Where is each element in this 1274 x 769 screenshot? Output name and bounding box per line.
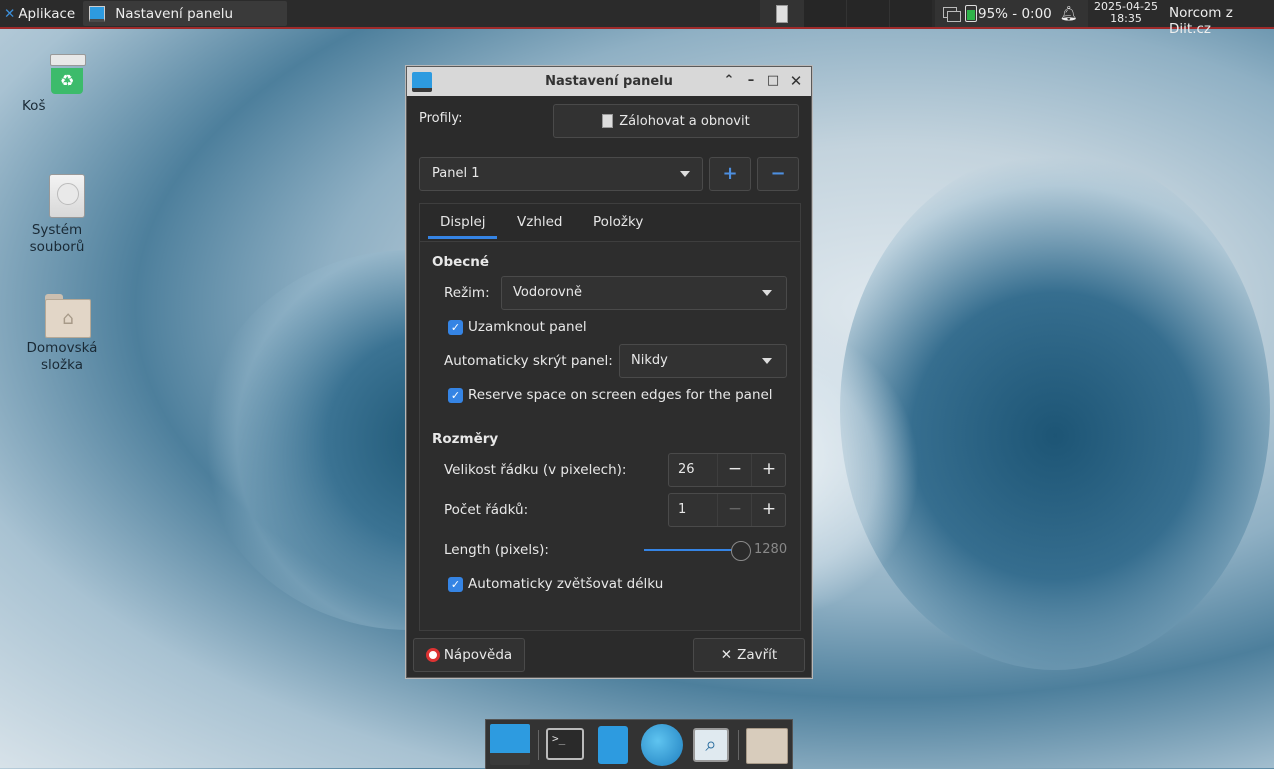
chevron-down-icon xyxy=(680,171,690,177)
workspace-3[interactable] xyxy=(846,0,889,27)
bottom-dock: >_ ⌕ xyxy=(485,719,793,769)
hard-disk-icon xyxy=(49,174,85,218)
autohide-label: Automaticky skrýt panel: xyxy=(444,353,613,369)
row-count-increment-button[interactable]: + xyxy=(751,494,786,526)
workspace-1[interactable] xyxy=(760,0,803,27)
top-panel: ✕ Aplikace Nastavení panelu 95% - 0:00 🔔… xyxy=(0,0,1274,37)
row-size-stepper[interactable]: 26 − + xyxy=(668,453,786,487)
autohide-select-value: Nikdy xyxy=(631,353,668,368)
close-icon: ✕ xyxy=(720,647,733,663)
maximize-icon[interactable]: □ xyxy=(765,73,781,89)
system-tray: 95% - 0:00 🔔︎ xyxy=(935,0,1088,27)
desktop-icon-filesystem[interactable]: Systém souborů xyxy=(22,174,112,255)
desktop-icon-label: Systém souborů xyxy=(29,222,85,255)
autogrow-checkbox[interactable]: ✓ xyxy=(448,577,463,592)
autogrow-label[interactable]: Automaticky zvětšovat délku xyxy=(468,576,663,592)
clock[interactable]: 2025-04-25 18:35 xyxy=(1094,1,1158,25)
panel-select[interactable]: Panel 1 xyxy=(419,157,703,191)
folder-icon[interactable] xyxy=(746,728,788,764)
network-icon[interactable] xyxy=(941,6,961,22)
web-browser-icon[interactable] xyxy=(641,724,683,766)
panel-select-value: Panel 1 xyxy=(432,166,480,181)
chevron-down-icon xyxy=(762,290,772,296)
applications-menu-label: Aplikace xyxy=(18,5,76,22)
add-panel-button[interactable]: + xyxy=(709,157,751,191)
workspace-switcher xyxy=(760,0,932,27)
desktop-icon-home[interactable]: ⌂ Domovská složka xyxy=(22,294,112,373)
xfce-logo-icon: ✕ xyxy=(4,5,16,22)
dock-separator xyxy=(738,730,739,760)
row-size-value[interactable]: 26 xyxy=(678,462,695,477)
row-count-value[interactable]: 1 xyxy=(678,502,686,517)
row-size-increment-button[interactable]: + xyxy=(751,454,786,486)
shade-icon[interactable]: ⌃ xyxy=(721,73,737,89)
section-general-heading: Obecné xyxy=(432,254,490,270)
tab-items[interactable]: Položky xyxy=(593,214,643,230)
active-tab-indicator xyxy=(428,236,497,239)
notification-bell-icon[interactable]: 🔔︎ xyxy=(1060,6,1078,22)
minimize-icon[interactable]: – xyxy=(743,73,759,89)
settings-notebook: Displej Vzhled Položky Obecné Režim: Vod… xyxy=(419,203,801,631)
clock-time: 18:35 xyxy=(1110,12,1142,25)
workspace-4[interactable] xyxy=(889,0,932,27)
close-button-label: Zavřít xyxy=(737,647,778,663)
lock-panel-label[interactable]: Uzamknout panel xyxy=(468,319,587,335)
reserve-space-checkbox[interactable]: ✓ xyxy=(448,388,463,403)
terminal-icon[interactable]: >_ xyxy=(546,728,584,760)
battery-status[interactable]: 95% - 0:00 xyxy=(978,6,1052,22)
mode-select[interactable]: Vodorovně xyxy=(501,276,787,310)
backup-restore-button[interactable]: Zálohovat a obnovit xyxy=(553,104,799,138)
help-button[interactable]: Nápověda xyxy=(413,638,525,672)
dock-separator xyxy=(538,730,539,760)
window-titlebar[interactable]: Nastavení panelu ⌃ – □ ✕ xyxy=(407,67,811,96)
taskbar-item-panel-settings[interactable]: Nastavení panelu xyxy=(83,1,288,26)
battery-icon[interactable] xyxy=(965,5,977,22)
trash-icon: ♻ xyxy=(50,54,86,94)
remove-panel-button[interactable]: − xyxy=(757,157,799,191)
app-finder-icon[interactable]: ⌕ xyxy=(693,728,729,762)
mode-select-value: Vodorovně xyxy=(513,285,582,300)
autohide-select[interactable]: Nikdy xyxy=(619,344,787,378)
tab-appearance[interactable]: Vzhled xyxy=(517,214,563,230)
length-value: 1280 xyxy=(754,542,788,557)
panel-settings-launcher-icon[interactable] xyxy=(490,724,530,765)
mode-label: Režim: xyxy=(444,285,490,301)
desktop-icon-label: Koš xyxy=(22,98,46,114)
workspace-2[interactable] xyxy=(803,0,846,27)
length-slider-track[interactable] xyxy=(644,549,740,551)
panel-settings-icon xyxy=(89,5,106,22)
close-button[interactable]: ✕ Zavřít xyxy=(693,638,805,672)
row-count-decrement-button[interactable]: − xyxy=(717,494,752,526)
desktop-icon-trash[interactable]: ♻ Koš xyxy=(22,54,112,114)
desktop-icon-label: Domovská složka xyxy=(26,340,98,373)
tab-display[interactable]: Displej xyxy=(440,214,486,230)
chevron-down-icon xyxy=(762,358,772,364)
row-count-label: Počet řádků: xyxy=(444,502,529,518)
close-icon[interactable]: ✕ xyxy=(788,73,804,89)
file-manager-icon[interactable] xyxy=(598,726,628,764)
row-count-stepper[interactable]: 1 − + xyxy=(668,493,786,527)
section-dimensions-heading: Rozměry xyxy=(432,431,499,447)
tab-bar: Displej Vzhled Položky xyxy=(420,204,800,242)
profiles-label: Profily: xyxy=(419,111,463,126)
document-icon xyxy=(602,114,614,128)
applications-menu-button[interactable]: ✕ Aplikace xyxy=(0,0,79,27)
length-label: Length (pixels): xyxy=(444,542,549,558)
row-size-label: Velikost řádku (v pixelech): xyxy=(444,462,627,478)
taskbar-item-label: Nastavení panelu xyxy=(115,5,234,22)
workspace-window-thumb xyxy=(776,5,788,23)
user-menu[interactable]: Norcom z Diit.cz xyxy=(1169,5,1274,37)
help-button-label: Nápověda xyxy=(443,647,513,663)
row-size-decrement-button[interactable]: − xyxy=(717,454,752,486)
backup-restore-label: Zálohovat a obnovit xyxy=(619,113,750,129)
lock-panel-checkbox[interactable]: ✓ xyxy=(448,320,463,335)
lifebuoy-icon xyxy=(425,648,440,662)
reserve-space-label[interactable]: Reserve space on screen edges for the pa… xyxy=(468,387,773,403)
length-slider-handle[interactable] xyxy=(731,541,751,561)
panel-preferences-dialog: Nastavení panelu ⌃ – □ ✕ Profily: Záloho… xyxy=(406,66,812,678)
home-folder-icon: ⌂ xyxy=(45,294,91,338)
